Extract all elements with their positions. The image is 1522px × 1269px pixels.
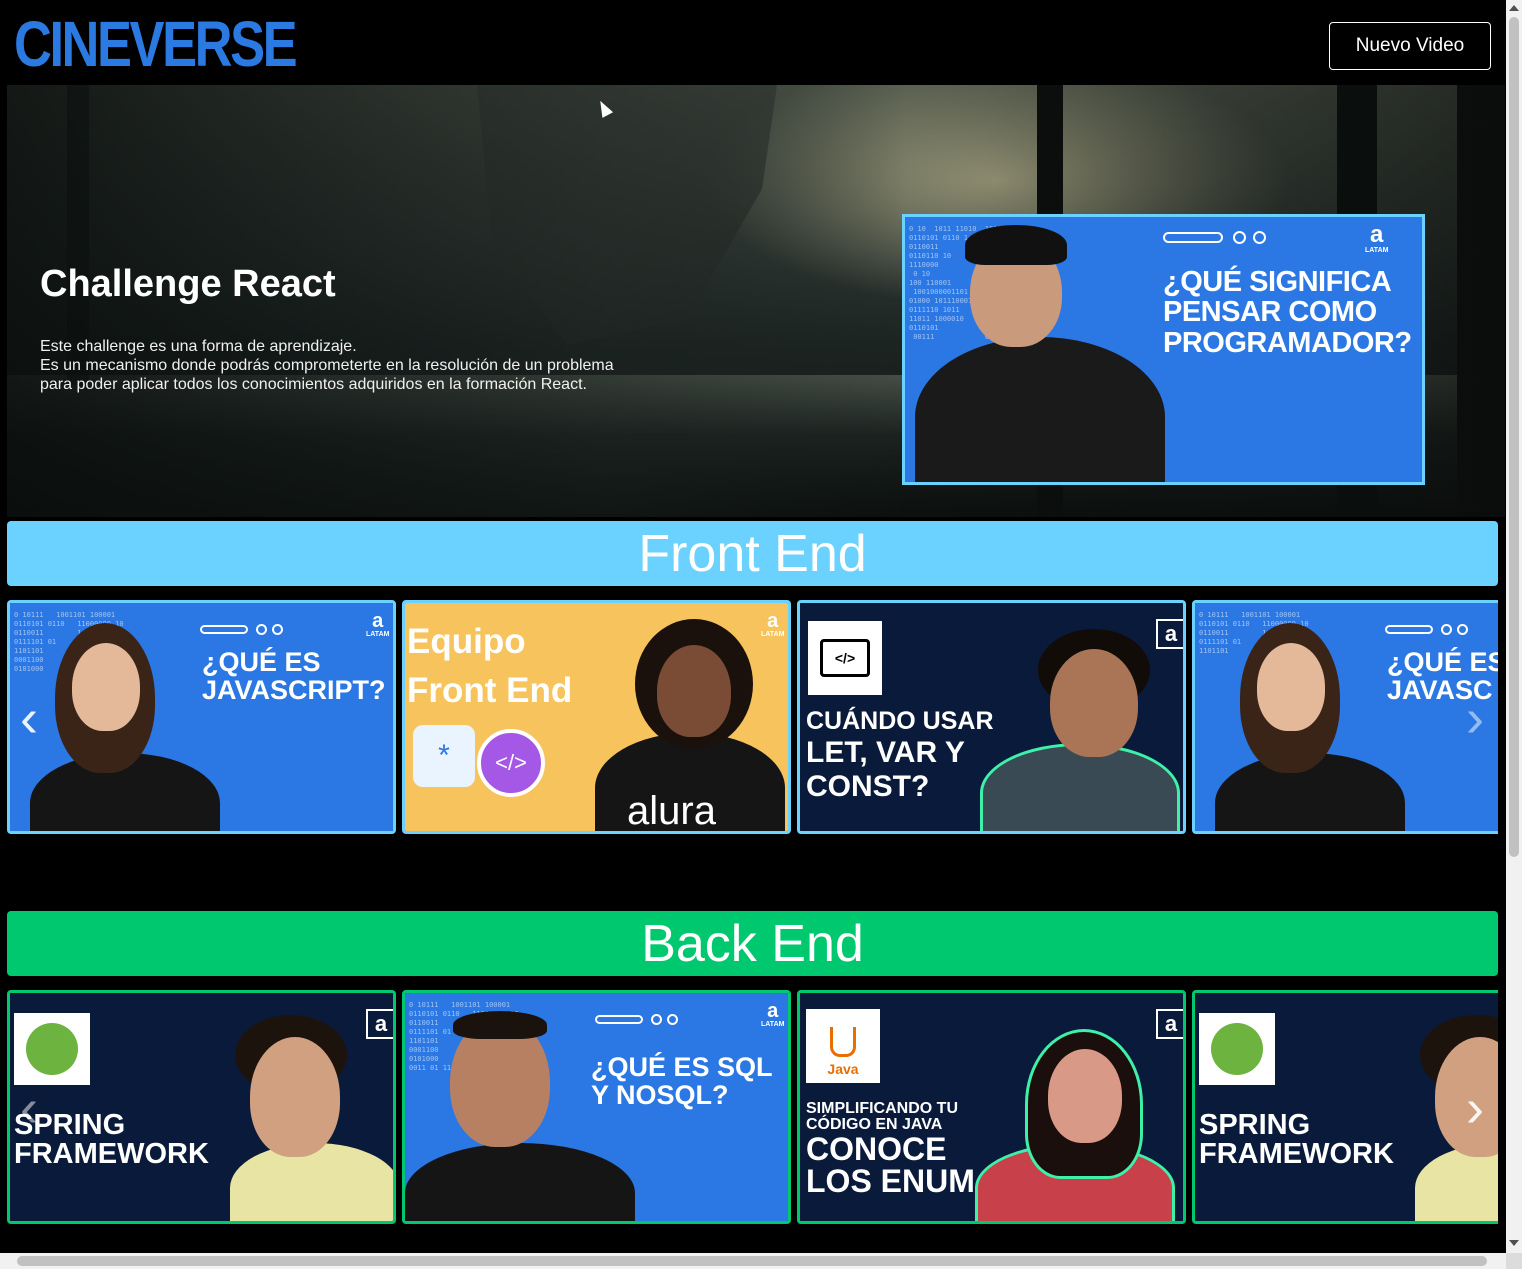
alura-latam-logo: a LATAM xyxy=(761,610,785,638)
alura-logo: a xyxy=(1156,619,1183,649)
alura-latam-logo: a LATAM xyxy=(761,1000,785,1028)
hero-description: Este challenge es una forma de aprendiza… xyxy=(40,337,640,394)
scroll-down-arrow-icon[interactable] xyxy=(1509,1240,1519,1246)
presenter-head xyxy=(1257,643,1325,731)
decor-dot xyxy=(272,624,283,635)
video-card[interactable]: Java a SIMPLIFICANDO TU CÓDIGO EN JAVA C… xyxy=(797,990,1186,1224)
header: CINEVERSE Nuevo Video xyxy=(0,0,1506,85)
decor-dot xyxy=(1441,624,1452,635)
decor-pill xyxy=(1385,625,1433,634)
carousel-next-button[interactable]: › xyxy=(1455,1078,1495,1138)
code-icon: </> xyxy=(477,729,545,797)
cineverse-logo[interactable]: CINEVERSE xyxy=(14,8,298,80)
carousel-prev-button[interactable]: ‹ xyxy=(9,688,49,748)
alura-logo: a xyxy=(1156,1009,1183,1039)
hero-description-line: Este challenge es una forma de aprendiza… xyxy=(40,338,357,355)
horizontal-scroll-thumb[interactable] xyxy=(17,1256,1487,1266)
decor-pill xyxy=(200,625,248,634)
alura-latam-logo: a LATAM xyxy=(1365,221,1389,255)
hero-description-line: para poder aplicar todos los conocimient… xyxy=(40,376,587,393)
section-banner-front-end: Front End xyxy=(7,521,1498,586)
video-card[interactable]: SPRING FRAMEWORK xyxy=(1192,990,1498,1224)
presenter-head xyxy=(1048,1049,1122,1143)
presenter-hair xyxy=(453,1011,547,1039)
decor-dot xyxy=(256,624,267,635)
video-title: CUÁNDO USAR LET, VAR Y CONST? xyxy=(806,707,994,804)
featured-video-title: ¿QUÉ SIGNIFICA PENSAR COMO PROGRAMADOR? xyxy=(1163,266,1412,359)
vertical-scroll-thumb[interactable] xyxy=(1509,17,1519,857)
asterisk-icon: * xyxy=(413,725,475,787)
video-thumbnail: Java a SIMPLIFICANDO TU CÓDIGO EN JAVA C… xyxy=(800,993,1183,1221)
video-carousel-back-end: a SPRING FRAMEWORK 0 10111 1001101 10000… xyxy=(7,990,1498,1224)
featured-video-thumbnail[interactable]: 0 10 1011 11010 1011 100001 0110101 0110… xyxy=(902,214,1425,485)
spring-logo-icon xyxy=(1199,1013,1275,1085)
hero-title: Challenge React xyxy=(40,263,336,305)
video-thumbnail: 0 10111 1001101 100001 0110101 0110 1100… xyxy=(10,603,393,831)
decor-dot xyxy=(651,1014,662,1025)
video-thumbnail: SPRING FRAMEWORK xyxy=(1195,993,1498,1221)
video-card[interactable]: a SPRING FRAMEWORK xyxy=(7,990,396,1224)
shirt-label: alura xyxy=(627,789,716,831)
video-title: Equipo Front End xyxy=(407,622,573,710)
presenter-body xyxy=(980,743,1180,831)
carousel-prev-button[interactable]: ‹ xyxy=(9,1078,49,1138)
video-thumbnail: 0 10111 1001101 100001 0110101 0110 1100… xyxy=(1195,603,1498,831)
scrollbar-corner xyxy=(1506,1253,1522,1269)
video-thumbnail: Equipo Front End * </> alura a LATAM xyxy=(405,603,788,831)
presenter-body xyxy=(405,1143,635,1221)
video-thumbnail: a SPRING FRAMEWORK xyxy=(10,993,393,1221)
video-thumbnail: </> a CUÁNDO USAR LET, VAR Y CONST? xyxy=(800,603,1183,831)
video-carousel-front-end: 0 10111 1001101 100001 0110101 0110 1100… xyxy=(7,600,1498,834)
decor-dot xyxy=(667,1014,678,1025)
decor-dot xyxy=(1253,231,1266,244)
decor-dot xyxy=(1233,231,1246,244)
video-title: SPRING FRAMEWORK xyxy=(1199,1109,1394,1170)
video-card[interactable]: </> a CUÁNDO USAR LET, VAR Y CONST? xyxy=(797,600,1186,834)
code-window-icon: </> xyxy=(808,621,882,695)
decor-dot xyxy=(1457,624,1468,635)
vertical-scrollbar[interactable] xyxy=(1506,0,1522,1253)
presenter-head xyxy=(657,645,731,737)
presenter-body xyxy=(915,337,1165,482)
video-card[interactable]: 0 10111 1001101 100001 0110101 0110 1100… xyxy=(7,600,396,834)
decor-pill xyxy=(1163,232,1223,243)
presenter-head xyxy=(72,643,140,731)
video-card[interactable]: 0 10111 1001101 100001 0110101 0110 1100… xyxy=(1192,600,1498,834)
alura-logo: a xyxy=(366,1009,393,1039)
scroll-up-arrow-icon[interactable] xyxy=(1509,5,1519,11)
video-card[interactable]: Equipo Front End * </> alura a LATAM xyxy=(402,600,791,834)
alura-latam-logo: a LATAM xyxy=(366,610,390,638)
carousel-next-button[interactable]: › xyxy=(1455,688,1495,748)
presenter-hair xyxy=(965,225,1067,265)
video-card[interactable]: 0 10111 1001101 100001 0110101 0110 1100… xyxy=(402,990,791,1224)
presenter-body xyxy=(230,1143,393,1221)
video-title: ¿QUÉ ES JAVASCRIPT? xyxy=(202,647,386,706)
video-thumbnail: 0 10111 1001101 100001 0110101 0110 1100… xyxy=(405,993,788,1221)
spring-logo-icon xyxy=(14,1013,90,1085)
hero-description-line: Es un mecanismo donde podrás comprometer… xyxy=(40,357,614,374)
decor-pill xyxy=(595,1015,643,1024)
section-banner-back-end: Back End xyxy=(7,911,1498,976)
video-title: SIMPLIFICANDO TU CÓDIGO EN JAVA CONOCE L… xyxy=(806,1100,975,1199)
presenter-head xyxy=(1050,649,1138,757)
presenter-head xyxy=(250,1037,340,1157)
java-logo-icon: Java xyxy=(806,1009,880,1083)
horizontal-scrollbar[interactable] xyxy=(0,1253,1506,1269)
new-video-button[interactable]: Nuevo Video xyxy=(1329,22,1491,70)
video-title: ¿QUÉ ES SQL Y NOSQL? xyxy=(591,1052,773,1111)
